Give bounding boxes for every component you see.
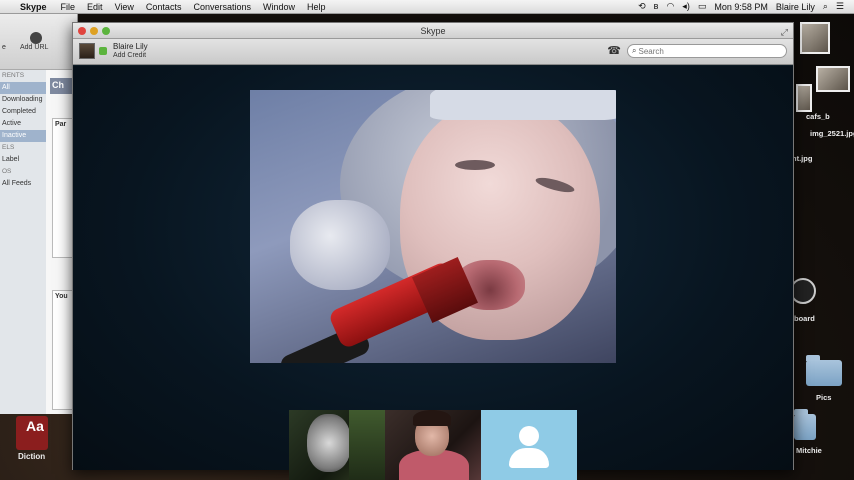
menu-window[interactable]: Window (257, 2, 301, 12)
desktop-photo-1[interactable] (800, 22, 830, 54)
participant-placeholder[interactable] (481, 410, 577, 480)
toolbar-label-remove[interactable]: e (2, 44, 6, 51)
menubar-user[interactable]: Blaire Lily (776, 2, 815, 12)
menu-help[interactable]: Help (301, 2, 332, 12)
search-input[interactable] (638, 46, 769, 56)
user-silhouette-icon (519, 426, 539, 446)
notification-center-icon[interactable]: ☰ (836, 2, 844, 11)
participant-2-hair (413, 410, 451, 426)
participant-video-2[interactable] (385, 410, 481, 480)
sidebar-item-all[interactable]: All (0, 82, 46, 94)
volume-icon[interactable]: ◂) (682, 2, 690, 11)
desktop-label-dashboard: board (794, 314, 815, 323)
skype-window: Skype ⤢ Blaire Lily Add Credit ☎ ⌕ (72, 22, 794, 480)
video-cap (430, 90, 616, 120)
menu-file[interactable]: File (55, 2, 82, 12)
skype-titlebar[interactable]: Skype ⤢ (73, 23, 793, 39)
main-video-feed[interactable] (250, 90, 616, 363)
menubar-clock[interactable]: Mon 9:58 PM (714, 2, 768, 12)
sidebar-item-downloading[interactable]: Downloading (0, 94, 46, 106)
background-torrent-window: e Add URL RENTS All Downloading Complete… (0, 14, 78, 414)
sidebar-header-torrents: RENTS (2, 72, 25, 79)
battery-icon[interactable]: ▭ (698, 2, 707, 11)
call-area (73, 66, 793, 480)
window-title: Skype (420, 26, 446, 36)
pics-folder-icon[interactable] (806, 355, 842, 386)
add-url-icon[interactable] (30, 32, 42, 44)
desktop-photo-2[interactable] (816, 66, 850, 92)
minimize-button[interactable] (90, 27, 98, 35)
online-status-icon[interactable] (99, 47, 107, 55)
video-eye-left (455, 160, 495, 170)
bluetooth-icon[interactable]: ʙ (654, 2, 659, 11)
desktop-photo-3[interactable] (796, 84, 812, 112)
menu-contacts[interactable]: Contacts (140, 2, 188, 12)
search-box[interactable]: ⌕ (627, 44, 787, 58)
participant-1-foliage (349, 410, 385, 480)
mitchie-folder-icon[interactable] (794, 409, 816, 440)
phone-icon[interactable]: ☎ (607, 44, 621, 57)
dictionary-label: Diction (18, 452, 46, 461)
sidebar-item-completed[interactable]: Completed (0, 106, 46, 118)
toolbar-label-add-url[interactable]: Add URL (20, 44, 48, 51)
participant-1-face (307, 414, 351, 472)
desktop-label-nt-jpg: nt.jpg (792, 154, 813, 163)
avatar[interactable] (79, 43, 95, 59)
wifi-icon[interactable]: ◠ (666, 2, 674, 11)
sidebar-header-rss: OS (2, 168, 12, 175)
sidebar-header-labels: ELS (2, 144, 15, 151)
sidebar-item-inactive[interactable]: Inactive (0, 130, 46, 142)
sidebar-item-all-feeds[interactable]: All Feeds (0, 178, 46, 190)
desktop-label-mitchie: Mitchie (796, 446, 822, 455)
zoom-button[interactable] (102, 27, 110, 35)
video-hand (290, 200, 390, 290)
add-credit-link[interactable]: Add Credit (113, 52, 146, 59)
menu-conversations[interactable]: Conversations (187, 2, 257, 12)
close-button[interactable] (78, 27, 86, 35)
menu-edit[interactable]: Edit (81, 2, 109, 12)
dictionary-app-icon[interactable]: Aa (16, 416, 48, 450)
participant-video-1[interactable] (289, 410, 385, 480)
desktop-label-pics: Pics (816, 393, 832, 402)
background-sidebar: RENTS All Downloading Completed Active I… (0, 70, 46, 414)
skype-profile-bar: Blaire Lily Add Credit ☎ ⌕ (73, 39, 793, 65)
spotlight-icon[interactable]: ⌕ (823, 2, 828, 11)
menu-app-skype[interactable]: Skype (12, 2, 55, 12)
desktop-label-cafs: cafs_b (806, 112, 830, 121)
desktop-label-img-2521: img_2521.jpg (810, 129, 854, 138)
background-toolbar: e Add URL (0, 14, 77, 70)
sidebar-item-active[interactable]: Active (0, 118, 46, 130)
time-machine-icon[interactable]: ⟲ (638, 2, 646, 11)
fullscreen-icon[interactable]: ⤢ (781, 24, 788, 40)
user-silhouette-body (509, 448, 549, 468)
profile-name[interactable]: Blaire Lily (113, 42, 148, 51)
sidebar-item-label[interactable]: Label (0, 154, 46, 166)
menu-bar: Skype File Edit View Contacts Conversati… (0, 0, 854, 14)
search-icon: ⌕ (632, 46, 637, 55)
menu-view[interactable]: View (109, 2, 140, 12)
